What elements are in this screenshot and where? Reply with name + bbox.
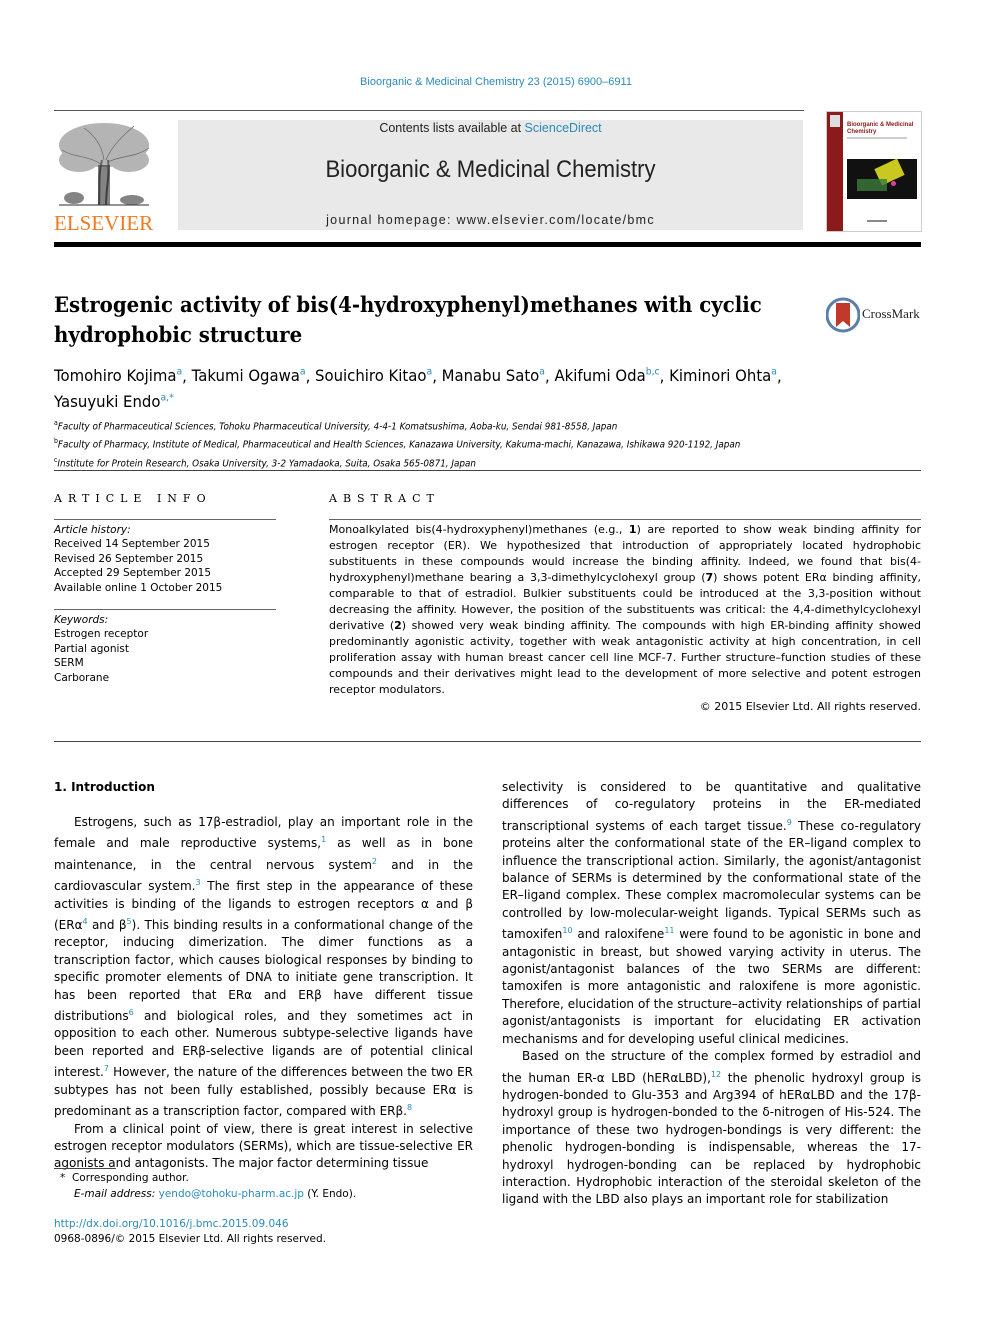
email-note: E-mail address: yendo@tohoku-pharm.ac.jp… <box>74 1186 494 1202</box>
email-suffix: (Y. Endo). <box>303 1188 357 1200</box>
author[interactable]: Manabu Satoa <box>442 366 545 385</box>
body-paragraph: Estrogens, such as 17β-estradiol, play a… <box>54 815 473 1119</box>
affiliation-marker[interactable]: a,* <box>160 392 173 403</box>
keyword: SERM <box>54 657 84 670</box>
article-info-divider <box>54 519 276 520</box>
affiliation-marker[interactable]: b,c <box>646 367 660 378</box>
body-column-left: Estrogens, such as 17β-estradiol, play a… <box>54 814 473 1173</box>
affiliation-marker[interactable]: a <box>771 367 777 378</box>
reference-link[interactable]: 10 <box>562 926 572 935</box>
reference-link[interactable]: 9 <box>787 818 792 827</box>
journal-masthead: Contents lists available at ScienceDirec… <box>178 120 803 230</box>
journal-name: Bioorganic & Medicinal Chemistry <box>325 156 656 183</box>
cover-logo <box>830 115 840 127</box>
cover-image-detail <box>891 181 896 186</box>
author[interactable]: Souichiro Kitaoa <box>315 366 432 385</box>
corresponding-label: Corresponding author. <box>71 1172 189 1184</box>
journal-cover-thumbnail[interactable]: Bioorganic & Medicinal Chemistry <box>826 111 922 232</box>
cover-image-detail <box>857 179 887 191</box>
email-link[interactable]: yendo@tohoku-pharm.ac.jp <box>159 1188 304 1200</box>
reference-link[interactable]: 12 <box>711 1070 721 1079</box>
compound-ref: 1 <box>628 523 637 536</box>
author[interactable]: Kiminori Ohtaa <box>669 366 777 385</box>
reference-link[interactable]: 6 <box>129 1008 134 1017</box>
doi-link[interactable]: http://dx.doi.org/10.1016/j.bmc.2015.09.… <box>54 1216 289 1232</box>
cover-subtitle <box>847 137 907 139</box>
keywords-divider <box>54 609 276 610</box>
cover-footer <box>867 220 887 222</box>
elsevier-wordmark: ELSEVIER <box>54 211 154 235</box>
corresponding-author-note: * Corresponding author. <box>60 1170 480 1186</box>
abstract-text: Monoalkylated bis(4-hydroxyphenyl)methan… <box>329 523 922 696</box>
reference-link[interactable]: 11 <box>664 926 674 935</box>
affiliation-marker[interactable]: a <box>300 367 306 378</box>
footnote-divider <box>54 1168 116 1169</box>
crossmark-label: CrossMark <box>862 306 920 321</box>
contents-line: Contents lists available at ScienceDirec… <box>178 121 803 135</box>
affiliation: cInstitute for Protein Research, Osaka U… <box>54 455 476 469</box>
body-paragraph: Based on the structure of the complex fo… <box>502 1049 922 1207</box>
abstract-divider <box>329 519 921 520</box>
keyword: Partial agonist <box>54 642 130 655</box>
history-label: Article history: <box>54 524 131 536</box>
cover-spine <box>827 112 843 231</box>
header-divider <box>54 110 804 111</box>
body-column-right: selectivity is considered to be quantita… <box>502 779 921 1209</box>
abstract-bottom-divider <box>54 741 921 742</box>
tree-icon <box>59 123 150 206</box>
author[interactable]: Takumi Ogawaa <box>192 366 306 385</box>
cover-image <box>847 158 917 199</box>
history-accepted: Accepted 29 September 2015 <box>54 567 212 580</box>
body-paragraph: From a clinical point of view, there is … <box>54 1121 473 1171</box>
affiliations-divider <box>54 470 921 471</box>
body-paragraph: selectivity is considered to be quantita… <box>502 780 921 1046</box>
reference-link[interactable]: 2 <box>372 857 377 866</box>
author[interactable]: Yasuyuki Endoa,* <box>54 392 174 411</box>
section-heading-introduction: 1. Introduction <box>54 780 155 794</box>
compound-ref: 2 <box>394 619 402 632</box>
header-thick-divider <box>54 242 921 247</box>
reference-link[interactable]: 3 <box>195 878 200 887</box>
contents-prefix: Contents lists available at <box>379 121 525 135</box>
article-title: Estrogenic activity of bis(4-hydroxyphen… <box>54 292 762 347</box>
author[interactable]: Tomohiro Kojimaa <box>54 366 182 385</box>
history-online: Available online 1 October 2015 <box>54 581 223 594</box>
reference-link[interactable]: 7 <box>104 1064 109 1073</box>
affiliation: bFaculty of Pharmacy, Institute of Medic… <box>54 437 741 451</box>
affiliation-marker[interactable]: a <box>426 367 432 378</box>
crossmark-icon <box>826 297 860 333</box>
affiliation-marker[interactable]: a <box>176 367 182 378</box>
abstract-copyright: © 2015 Elsevier Ltd. All rights reserved… <box>699 700 921 713</box>
issn-copyright: 0968-0896/© 2015 Elsevier Ltd. All right… <box>54 1233 327 1245</box>
history-received: Received 14 September 2015 <box>54 538 210 551</box>
sciencedirect-link[interactable]: ScienceDirect <box>525 121 602 135</box>
reference-link[interactable]: 5 <box>127 917 132 926</box>
affiliation: aFaculty of Pharmaceutical Sciences, Toh… <box>54 419 618 433</box>
reference-link[interactable]: 4 <box>83 917 88 926</box>
journal-citation[interactable]: Bioorganic & Medicinal Chemistry 23 (201… <box>0 76 992 88</box>
keyword: Carborane <box>54 671 110 684</box>
author-list: Tomohiro Kojimaa, Takumi Ogawaa, Souichi… <box>54 366 782 411</box>
reference-link[interactable]: 1 <box>321 835 326 844</box>
journal-homepage[interactable]: journal homepage: www.elsevier.com/locat… <box>178 213 803 227</box>
affiliation-marker[interactable]: a <box>539 367 545 378</box>
article-history: Article history: Received 14 September 2… <box>54 523 276 595</box>
crossmark-badge[interactable]: CrossMark <box>826 297 926 333</box>
article-info-heading: ARTICLE INFO <box>54 492 212 505</box>
keyword: Estrogen receptor <box>54 628 149 641</box>
cover-title: Bioorganic & Medicinal Chemistry <box>847 122 914 135</box>
author[interactable]: Akifumi Odab,c <box>554 366 659 385</box>
email-label: E-mail address: <box>74 1188 156 1200</box>
keywords-label: Keywords: <box>54 614 109 626</box>
abstract-heading: ABSTRACT <box>329 492 440 505</box>
history-revised: Revised 26 September 2015 <box>54 552 204 565</box>
affiliations: aFaculty of Pharmaceutical Sciences, Toh… <box>54 416 828 471</box>
keywords: Keywords: Estrogen receptor Partial agon… <box>54 613 276 685</box>
asterisk-marker: * <box>60 1172 66 1184</box>
reference-link[interactable]: 8 <box>407 1103 412 1112</box>
